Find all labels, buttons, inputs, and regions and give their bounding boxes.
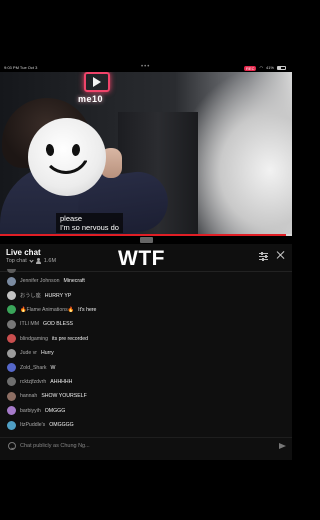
avatar[interactable] <box>7 348 16 358</box>
chat-message[interactable]: blindgaming its pre recorded <box>0 332 292 346</box>
chat-message-text: its pre recorded <box>51 335 89 342</box>
chat-mode-label: Top chat <box>6 258 27 264</box>
video-progress-fill <box>0 234 287 236</box>
video-bg-light <box>182 72 292 236</box>
avatar[interactable] <box>7 406 16 416</box>
chat-message[interactable]: barbiyyih OMGGG <box>0 404 292 418</box>
live-chat-panel: Live chat Top chat 1.6M WTF Jennifer Joh… <box>0 244 292 460</box>
chat-author-name[interactable]: おうし座 <box>20 292 41 299</box>
video-player[interactable]: me10 please I'm so nervous do <box>0 72 292 236</box>
video-caption: please I'm so nervous do <box>56 213 123 233</box>
avatar[interactable] <box>7 391 16 401</box>
chat-author-name[interactable]: 🔥Flame Animations🔥 <box>20 307 74 313</box>
chat-message[interactable]: Jude vr Hurry <box>0 346 292 360</box>
avatar[interactable] <box>7 363 16 373</box>
chat-author-name[interactable]: ItzPuddle's <box>20 422 45 428</box>
chat-mode-selector[interactable]: Top chat 1.6M <box>6 257 57 264</box>
chat-author-name[interactable]: barbiyyih <box>20 408 41 414</box>
avatar[interactable] <box>7 334 16 344</box>
avatar[interactable] <box>7 420 16 430</box>
live-chat-header: Live chat Top chat 1.6M WTF <box>0 244 292 270</box>
battery-icon <box>277 66 286 70</box>
chat-author-name[interactable]: ITLI MM <box>20 321 39 327</box>
status-right: REC ◠ 41% <box>244 64 286 72</box>
chat-message-text: OMGGGG <box>49 422 74 429</box>
avatar[interactable] <box>7 319 16 329</box>
status-bar: 9:03 PM Tue Oct 3 ••• REC ◠ 41% <box>0 64 292 72</box>
chat-message-text: It's here <box>78 306 97 313</box>
video-progress-bar[interactable] <box>0 234 292 236</box>
status-time-date: 9:03 PM Tue Oct 3 <box>4 65 38 70</box>
chat-message[interactable]: rcktzjfzdvrh AHHHHH <box>0 375 292 389</box>
multitask-dots-icon[interactable]: ••• <box>141 63 150 71</box>
chat-message-text: OMGGG <box>44 407 66 414</box>
viewer-count: 1.6M <box>43 258 57 264</box>
neon-play-sign-icon <box>84 72 110 92</box>
chat-message-text: Minecraft <box>63 278 85 285</box>
chat-author-name[interactable]: rcktzjfzdvrh <box>20 379 46 385</box>
live-chat-title: Live chat <box>6 248 41 257</box>
avatar[interactable] <box>7 269 16 273</box>
chat-message[interactable]: ITLI MM GOD BLESS <box>0 317 292 331</box>
screen-record-badge: REC <box>244 65 257 71</box>
send-icon[interactable] <box>279 443 286 449</box>
chat-author-name[interactable]: Jennifer Johnson <box>20 278 60 284</box>
chat-author-name[interactable]: hannah <box>20 393 37 399</box>
caption-line-1: please <box>60 214 83 223</box>
chat-message-text: SHOW YOURSELF <box>41 393 87 400</box>
avatar[interactable] <box>7 305 16 315</box>
chevron-down-icon <box>29 257 34 263</box>
chat-message[interactable]: hannah SHOW YOURSELF <box>0 389 292 403</box>
viewer-icon <box>35 258 41 264</box>
caption-line-2: I'm so nervous do <box>60 223 119 232</box>
chat-message-text: W <box>50 364 56 371</box>
chat-message-list[interactable]: Jennifer Johnson Minecraft おうし座 HURRY YP 🔥Fl… <box>0 268 292 432</box>
chat-input-bar <box>0 437 292 455</box>
emoji-icon[interactable] <box>8 442 16 450</box>
filter-icon[interactable] <box>259 252 268 261</box>
wifi-icon: ◠ <box>259 65 263 70</box>
battery-percent: 41% <box>265 65 274 70</box>
chat-message[interactable]: 🔥Flame Animations🔥 It's here <box>0 303 292 317</box>
chat-message-text: HURRY YP <box>44 292 72 299</box>
chat-message[interactable]: Zold_Shark W <box>0 360 292 374</box>
chat-drag-handle[interactable] <box>140 237 153 243</box>
avatar[interactable] <box>7 377 16 387</box>
smiley-mask <box>28 118 106 196</box>
avatar[interactable] <box>7 291 16 301</box>
chat-message[interactable]: ItzPuddle's OMGGGG <box>0 418 292 432</box>
chat-author-name[interactable]: blindgaming <box>20 336 48 342</box>
avatar[interactable] <box>7 276 16 286</box>
chat-message-text: GOD BLESS <box>43 321 74 328</box>
chat-message-text: Hurry <box>41 350 54 357</box>
chat-input[interactable] <box>20 440 260 452</box>
top-black-bar <box>0 0 292 64</box>
chat-message-text: AHHHHH <box>50 378 73 385</box>
chat-author-name[interactable]: Zold_Shark <box>20 365 47 371</box>
close-icon[interactable] <box>276 250 286 260</box>
chat-message[interactable]: Jennifer Johnson Minecraft <box>0 274 292 288</box>
mask-smile <box>42 148 90 174</box>
chat-author-name[interactable]: Jude vr <box>20 350 37 356</box>
neon-sign-text: me10 <box>78 94 104 104</box>
chat-message[interactable]: おうし座 HURRY YP <box>0 288 292 302</box>
